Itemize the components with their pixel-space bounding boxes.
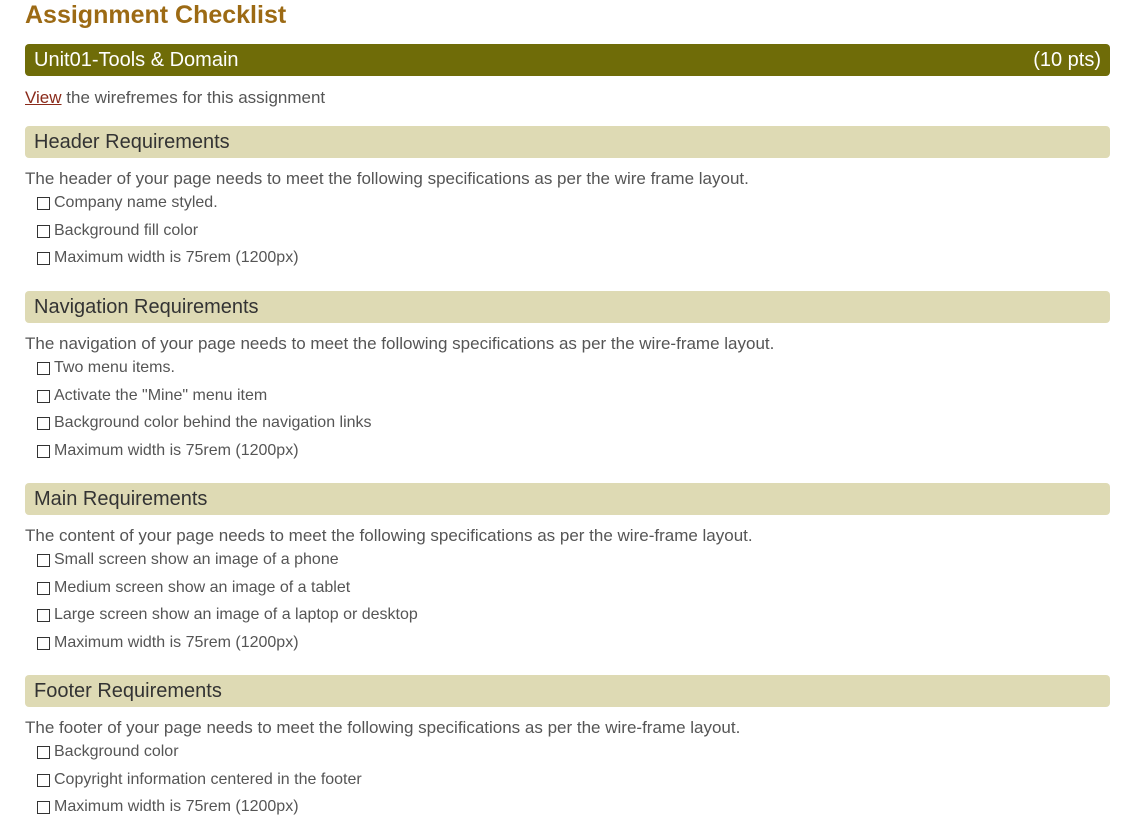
- section-footer-requirements: Footer Requirements The footer of your pa…: [25, 675, 1110, 825]
- section-main-requirements: Main Requirements The content of your pag…: [25, 483, 1110, 660]
- checkbox[interactable]: [37, 252, 50, 265]
- checkbox[interactable]: [37, 773, 50, 787]
- checklist-item: Medium screen show an image of a tablet: [37, 578, 1110, 606]
- checklist-item: Large screen show an image of a laptop o…: [37, 605, 1110, 633]
- checklist-item: Maximum width is 75rem (1200px): [37, 633, 1110, 661]
- checklist-item: Small screen show an image of a phone: [37, 550, 1110, 578]
- checklist-item: Background fill color: [37, 221, 1110, 249]
- checklist-item-label: Small screen show an image of a phone: [54, 551, 339, 568]
- checklist-item: Activate the "Mine" menu item: [37, 386, 1110, 414]
- checklist-item: Two menu items.: [37, 358, 1110, 386]
- section-navigation-requirements: Navigation Requirements The navigation of…: [25, 291, 1110, 468]
- section-description: The header of your page needs to meet th…: [25, 169, 749, 188]
- checklist: Company name styled. Background fill colo…: [25, 193, 1110, 276]
- section-title: Footer Requirements: [25, 675, 1110, 707]
- checklist-item-label: Activate the "Mine" menu item: [54, 386, 268, 404]
- section-title: Navigation Requirements: [25, 291, 1110, 323]
- checklist-item-label: Company name styled.: [54, 194, 218, 211]
- checklist-item: Company name styled.: [37, 193, 1110, 221]
- checkbox[interactable]: [37, 581, 50, 595]
- checklist-item: Background color: [37, 742, 1110, 770]
- checklist-item-label: Maximum width is 75rem (1200px): [54, 441, 299, 459]
- checkbox[interactable]: [37, 389, 50, 403]
- checkbox[interactable]: [37, 554, 50, 567]
- checklist-item-label: Medium screen show an image of a tablet: [54, 578, 351, 596]
- checkbox[interactable]: [37, 444, 50, 458]
- checklist-item-label: Maximum width is 75rem (1200px): [54, 249, 299, 266]
- view-wireframes-line: View the wirefremes for this assignment: [25, 88, 1110, 108]
- section-description: The navigation of your page needs to mee…: [25, 334, 775, 353]
- checklist-item-label: Background color behind the navigation l…: [54, 414, 372, 431]
- checklist-item: Maximum width is 75rem (1200px): [37, 441, 1110, 469]
- page-title: Assignment Checklist: [25, 1, 287, 29]
- checkbox[interactable]: [37, 801, 50, 814]
- checklist-item: Copyright information centered in the fo…: [37, 770, 1110, 798]
- checkbox[interactable]: [37, 224, 50, 238]
- checkbox[interactable]: [37, 417, 50, 430]
- checklist-item: Maximum width is 75rem (1200px): [37, 797, 1110, 825]
- unit-name: Unit01-Tools & Domain: [34, 48, 239, 71]
- unit-header-bar: Unit01-Tools & Domain (10 pts): [25, 44, 1110, 76]
- section-description: The content of your page needs to meet t…: [25, 526, 753, 545]
- checkbox[interactable]: [37, 636, 50, 650]
- checkbox[interactable]: [37, 362, 50, 375]
- section-title: Header Requirements: [25, 126, 1110, 158]
- checklist-item-label: Large screen show an image of a laptop o…: [54, 606, 418, 623]
- checklist-item-label: Two menu items.: [54, 359, 175, 376]
- checklist-item: Background color behind the navigation l…: [37, 413, 1110, 441]
- section-description: The footer of your page needs to meet th…: [25, 718, 741, 737]
- checklist-item-label: Maximum width is 75rem (1200px): [54, 633, 299, 651]
- checklist-item-label: Copyright information centered in the fo…: [54, 770, 362, 788]
- section-title: Main Requirements: [25, 483, 1110, 515]
- view-wireframes-text: the wirefremes for this assignment: [61, 88, 326, 107]
- checklist-item-label: Background color: [54, 743, 179, 760]
- checklist: Two menu items. Activate the "Mine" menu …: [25, 358, 1110, 468]
- view-wireframes-link[interactable]: View: [25, 88, 62, 107]
- unit-points: (10 pts): [1033, 48, 1101, 71]
- section-header-requirements: Header Requirements The header of your pa…: [25, 126, 1110, 276]
- assignment-checklist-page: Assignment Checklist Unit01-Tools & Doma…: [25, 0, 1110, 815]
- checkbox[interactable]: [37, 746, 50, 759]
- checkbox[interactable]: [37, 609, 50, 622]
- checklist-item-label: Background fill color: [54, 221, 199, 239]
- checkbox[interactable]: [37, 197, 50, 210]
- checklist: Small screen show an image of a phone Med…: [25, 550, 1110, 660]
- checklist-item-label: Maximum width is 75rem (1200px): [54, 798, 299, 815]
- checklist-item: Maximum width is 75rem (1200px): [37, 248, 1110, 276]
- checklist: Background color Copyright information ce…: [25, 742, 1110, 825]
